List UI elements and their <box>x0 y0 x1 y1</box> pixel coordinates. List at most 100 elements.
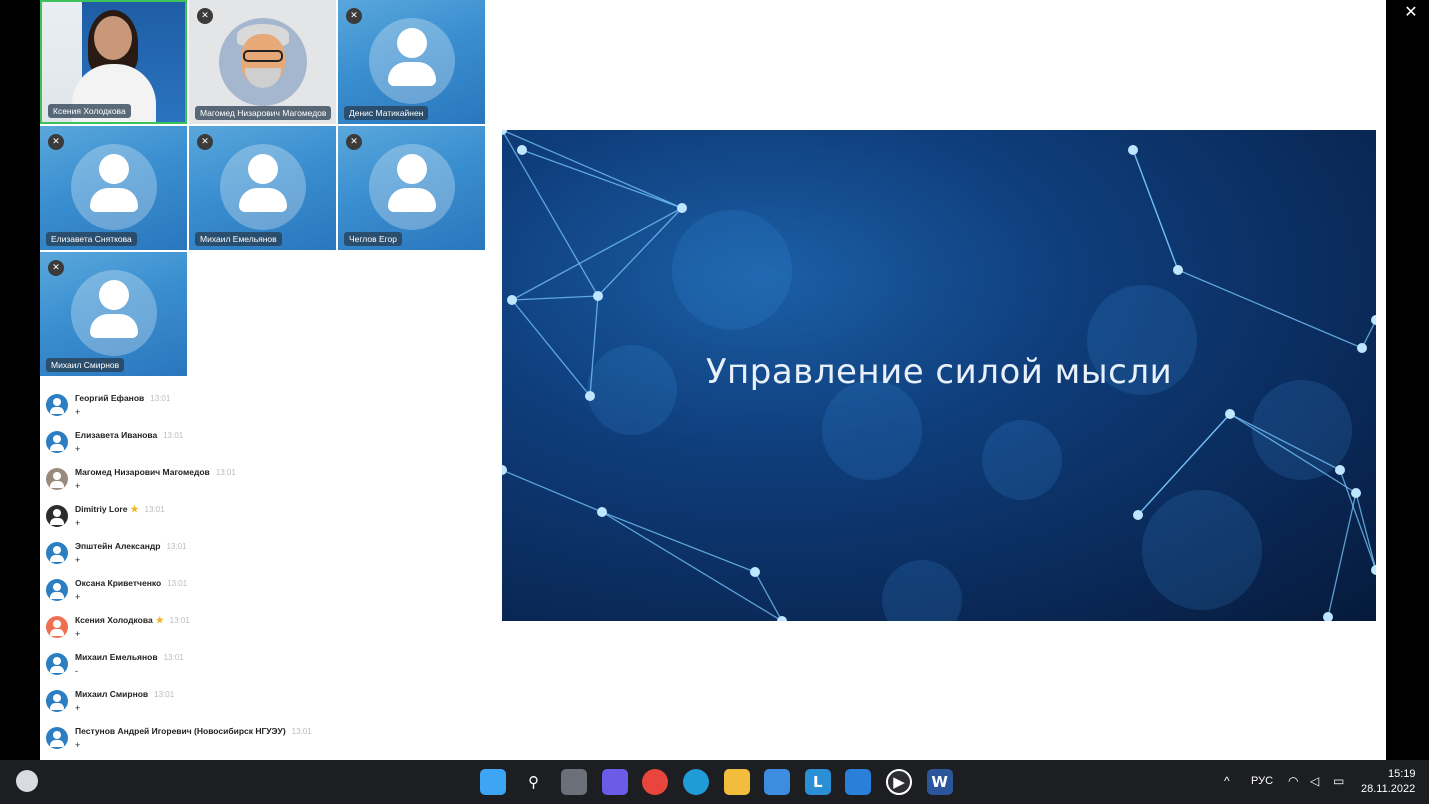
message-text: + <box>75 703 81 713</box>
word-icon[interactable]: W <box>926 769 953 795</box>
volume-icon[interactable]: ◁ <box>1310 774 1319 788</box>
message-author: Оксана Криветченко 13:01 <box>75 578 187 588</box>
message-text: + <box>75 629 81 639</box>
video-feed <box>368 18 455 104</box>
message-text: + <box>75 592 81 602</box>
language-indicator[interactable]: РУС <box>1251 775 1273 787</box>
windows-start-icon[interactable] <box>480 769 506 795</box>
task-view-icon[interactable] <box>561 769 588 795</box>
glow-spot <box>982 420 1062 500</box>
message-author: Dimitriy Lore ★ 13:01 <box>75 504 165 515</box>
message-author: Михаил Смирнов 13:01 <box>75 689 174 699</box>
clock-time[interactable]: 15:19 <box>1388 768 1416 780</box>
chrome-icon[interactable] <box>642 769 669 795</box>
avatar[interactable] <box>46 505 68 527</box>
chat-message: Ксения Холодкова ★ 13:01 + <box>40 608 490 645</box>
network-node <box>1225 409 1235 419</box>
message-time: 13:01 <box>163 653 184 662</box>
network-node <box>677 203 687 213</box>
glow-spot <box>822 380 922 480</box>
message-text: + <box>75 740 81 750</box>
battery-icon[interactable]: ▭ <box>1333 774 1344 788</box>
avatar[interactable] <box>46 653 68 675</box>
avatar[interactable] <box>46 468 68 490</box>
chevron-up-icon[interactable]: ^ <box>1224 774 1230 788</box>
avatar[interactable] <box>46 690 68 712</box>
glow-spot <box>882 560 962 621</box>
chat-panel[interactable]: Георгий Ефанов 13:01 + Елизавета Иванова 13:… <box>40 386 494 760</box>
media-player-icon[interactable]: ▶ <box>886 769 912 795</box>
participant-tile[interactable]: ✕ Михаил Смирнов <box>40 252 187 376</box>
network-node <box>507 295 517 305</box>
l-app-icon[interactable]: L <box>804 769 831 795</box>
chat-message: Оксана Криветченко 13:01 + <box>40 571 490 608</box>
avatar[interactable] <box>46 579 68 601</box>
teams-chat-icon[interactable] <box>601 769 628 795</box>
message-time: 13:01 <box>167 579 188 588</box>
network-line <box>754 571 783 621</box>
avatar[interactable] <box>46 616 68 638</box>
participant-name: Чеглов Егор <box>344 232 403 246</box>
message-time: 13:01 <box>150 394 171 403</box>
avatar[interactable] <box>46 431 68 453</box>
participant-name: Магомед Низарович Магомедов <box>195 106 332 120</box>
search-icon[interactable]: ⚲ <box>520 769 547 795</box>
network-line <box>1132 149 1179 271</box>
network-line <box>521 149 683 209</box>
participant-name: Михаил Смирнов <box>46 358 125 372</box>
chat-message: Михаил Емельянов 13:01 - <box>40 645 490 682</box>
participant-tile[interactable]: ✕ Чеглов Егор <box>338 126 485 250</box>
avatar[interactable] <box>46 542 68 564</box>
participant-tile[interactable]: ✕ Денис Матикайнен <box>338 0 485 124</box>
message-text: + <box>75 444 81 454</box>
shared-slide: Управление силой мысли <box>502 130 1376 621</box>
glow-spot <box>1142 490 1262 610</box>
network-line <box>1177 269 1363 349</box>
author-name: Оксана Криветченко <box>75 578 162 588</box>
edge-icon[interactable] <box>683 769 709 795</box>
store-icon[interactable] <box>764 769 791 795</box>
message-author: Георгий Ефанов 13:01 <box>75 393 170 403</box>
mic-muted-icon: ✕ <box>346 8 362 24</box>
video-grid: Ксения Холодкова ✕ Магомед Низарович Магом… <box>40 0 486 378</box>
network-node <box>597 507 607 517</box>
network-node <box>502 130 507 135</box>
author-name: Георгий Ефанов <box>75 393 145 403</box>
slide-title: Управление силой мысли <box>705 352 1173 392</box>
author-name: Михаил Смирнов <box>75 689 149 699</box>
weather-icon[interactable] <box>16 770 38 792</box>
network-line <box>511 295 599 301</box>
close-icon[interactable]: ✕ <box>1403 4 1419 20</box>
participant-tile[interactable]: ✕ Елизавета Сняткова <box>40 126 187 250</box>
message-text: + <box>75 555 81 565</box>
participant-tile[interactable]: ✕ Магомед Низарович Магомедов <box>189 0 336 124</box>
conference-window: Ксения Холодкова ✕ Магомед Низарович Магом… <box>40 0 1386 760</box>
network-node <box>1323 612 1333 621</box>
mic-muted-icon: ✕ <box>197 8 213 24</box>
network-line <box>502 469 603 513</box>
avatar[interactable] <box>46 727 68 749</box>
avatar[interactable] <box>46 394 68 416</box>
message-time: 13:01 <box>291 727 312 736</box>
mail-icon[interactable] <box>845 769 872 795</box>
message-author: Пестунов Андрей Игоревич (Новосибирск НГ… <box>75 726 312 736</box>
author-name: Елизавета Иванова <box>75 430 158 440</box>
message-text: + <box>75 407 81 417</box>
video-feed <box>368 144 455 230</box>
message-text: + <box>75 481 81 491</box>
participant-tile[interactable]: Ксения Холодкова <box>40 0 187 124</box>
participant-tile[interactable]: ✕ Михаил Емельянов <box>189 126 336 250</box>
message-author: Михаил Емельянов 13:01 <box>75 652 184 662</box>
wifi-icon[interactable]: ◠ <box>1288 774 1298 788</box>
left-pane: Ксения Холодкова ✕ Магомед Низарович Магом… <box>40 0 494 760</box>
network-line <box>511 207 683 301</box>
file-explorer-icon[interactable] <box>723 769 750 795</box>
message-text: + <box>75 518 81 528</box>
participant-name: Михаил Емельянов <box>195 232 282 246</box>
clock-date[interactable]: 28.11.2022 <box>1361 783 1415 795</box>
network-node <box>1335 465 1345 475</box>
network-line <box>1339 469 1376 571</box>
message-time: 13:01 <box>144 505 165 514</box>
star-icon: ★ <box>130 504 139 514</box>
message-time: 13:01 <box>169 616 190 625</box>
